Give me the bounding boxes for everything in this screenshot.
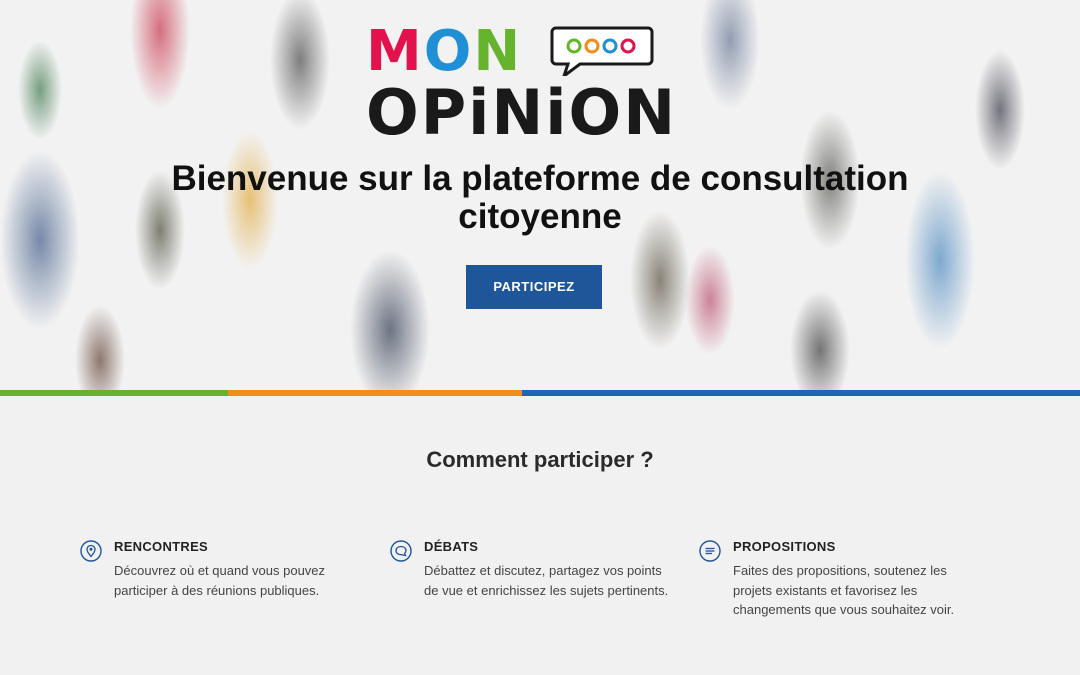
speech-bubble-icon [390, 540, 412, 562]
feature-title: RENCONTRES [114, 539, 209, 554]
participate-button[interactable]: PARTICIPEZ [466, 265, 602, 309]
feature-text: Découvrez où et quand vous pouvez partic… [114, 563, 326, 598]
site-logo[interactable]: MON OPiNiON [366, 19, 706, 149]
hero-title-line1: Bienvenue sur la plateforme de consultat… [171, 159, 909, 198]
feature-text: Débattez et discutez, partagez vos point… [424, 563, 669, 598]
logo-opinion-text: OPiNiON [366, 76, 678, 149]
map-pin-icon [80, 540, 102, 562]
feature-title: PROPOSITIONS [733, 539, 836, 554]
hero-title: Bienvenue sur la plateforme de consultat… [0, 160, 1080, 236]
how-to-participate-section [0, 396, 1080, 675]
speech-bubble-logo-icon [550, 26, 654, 76]
hero-banner: MON OPiNiON Bienvenue sur la plateforme … [0, 0, 1080, 390]
logo-mon-text: MON [366, 19, 523, 84]
section-title: Comment participer ? [426, 447, 654, 472]
hero-title-line2: citoyenne [458, 197, 622, 236]
list-lines-icon [699, 540, 721, 562]
feature-title: DÉBATS [424, 539, 479, 554]
feature-text: Faites des propositions, soutenez les pr… [733, 563, 955, 617]
